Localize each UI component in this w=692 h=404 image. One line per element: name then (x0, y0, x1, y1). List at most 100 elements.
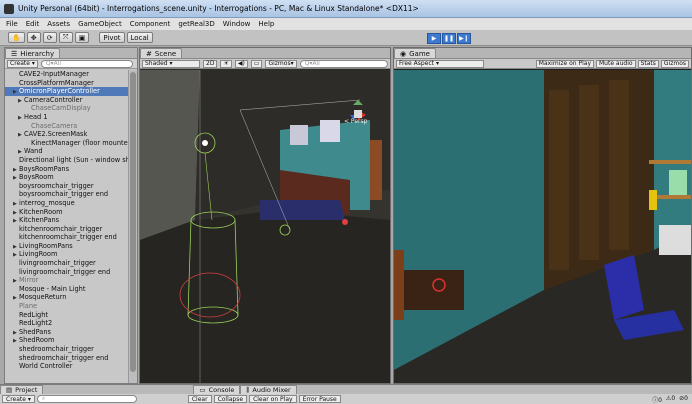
shading-label: Shaded (145, 60, 168, 67)
mute-audio-toggle[interactable]: Mute audio (596, 59, 636, 68)
rotate-icon: ⟳ (46, 33, 53, 42)
audio-toggle[interactable]: ◀) (234, 59, 248, 68)
project-create-button[interactable]: Create ▾ (2, 395, 35, 403)
hierarchy-item[interactable]: ▶ LivingRoomPans (5, 242, 129, 251)
maximize-on-play-toggle[interactable]: Maximize on Play (535, 59, 594, 68)
rect-icon: ▣ (78, 33, 86, 42)
menu-file[interactable]: File (6, 20, 18, 28)
hand-tool-button[interactable]: ✋ (8, 32, 25, 43)
game-viewport[interactable] (394, 70, 691, 383)
tab-project[interactable]: ▤ Project (0, 385, 44, 394)
tab-scene[interactable]: # Scene (140, 48, 183, 58)
hierarchy-item[interactable]: ▶ Head 1 (5, 113, 129, 122)
hierarchy-item[interactable]: ▶ interrog_mosque (5, 199, 129, 208)
hierarchy-item[interactable]: ▶ LivingRoom (5, 250, 129, 259)
hierarchy-item-label: ChaseCamera (31, 121, 78, 130)
hierarchy-scroll-thumb[interactable] (130, 72, 136, 372)
2d-toggle[interactable]: 2D (203, 59, 218, 68)
tab-console[interactable]: ▭ Console (193, 385, 241, 394)
tab-audio-mixer[interactable]: ⫼ Audio Mixer (240, 385, 297, 394)
hierarchy-item[interactable]: ▶ KitchenPans (5, 216, 129, 225)
scale-tool-button[interactable]: ⤧ (58, 32, 73, 43)
shading-mode-dropdown[interactable]: Shaded ▾ (142, 59, 200, 68)
hierarchy-item[interactable]: shedroomchair_trigger (5, 345, 129, 354)
hierarchy-item[interactable]: ▶ ShedRoom (5, 336, 129, 345)
hierarchy-item[interactable]: ▶ Mirror (5, 276, 129, 285)
menu-edit[interactable]: Edit (26, 20, 40, 28)
hierarchy-item-label: OmicronPlayerController (19, 87, 100, 96)
hierarchy-item[interactable]: ▶ CAVE2.ScreenMask (5, 130, 129, 139)
effects-dropdown[interactable]: ▭ (250, 59, 263, 68)
hierarchy-item[interactable]: Plane (5, 302, 129, 311)
stats-toggle[interactable]: Stats (637, 59, 659, 68)
hierarchy-scrollbar[interactable] (128, 70, 137, 383)
hierarchy-item[interactable]: kitchenroomchair_trigger end (5, 233, 129, 242)
hierarchy-item[interactable]: shedroomchair_trigger end (5, 354, 129, 363)
hierarchy-item[interactable]: ▶ BoysRoomPans (5, 165, 129, 174)
scene-gizmos-dropdown[interactable]: Gizmos ▾ (265, 59, 297, 68)
hierarchy-item[interactable]: ▶ ShedPans (5, 328, 129, 337)
hierarchy-item[interactable]: ▶ OmicronPlayerController (5, 87, 129, 96)
hierarchy-item[interactable]: ▶ KitchenRoom (5, 208, 129, 217)
menu-component[interactable]: Component (130, 20, 171, 28)
lighting-toggle[interactable]: ☀ (220, 59, 232, 68)
local-toggle[interactable]: Local (126, 32, 153, 43)
hierarchy-item[interactable]: boysroomchair_trigger (5, 182, 129, 191)
console-collapse-button[interactable]: Collapse (213, 395, 248, 403)
hierarchy-item[interactable]: ▶ MosqueReturn (5, 293, 129, 302)
game-gizmos-toggle[interactable]: Gizmos (660, 59, 689, 68)
menu-gameobject[interactable]: GameObject (78, 20, 122, 28)
move-icon: ✥ (30, 33, 37, 42)
perspective-label[interactable]: < Persp (344, 118, 367, 125)
menu-getreal3d[interactable]: getReal3D (178, 20, 214, 28)
hierarchy-item-label: KinectManager (floor mounted) (31, 138, 129, 147)
project-tab-label: Project (15, 386, 38, 394)
speaker-icon: ◀) (237, 60, 245, 67)
menu-assets[interactable]: Assets (47, 20, 70, 28)
console-error-pause-button[interactable]: Error Pause (298, 395, 341, 403)
hierarchy-item[interactable]: World Controller (5, 362, 129, 371)
console-icon: ▭ (199, 386, 206, 394)
hierarchy-item[interactable]: ChaseCamera (5, 122, 129, 131)
pause-button[interactable]: ❚❚ (442, 33, 456, 44)
hierarchy-item[interactable]: ChaseCamDisplay (5, 104, 129, 113)
hierarchy-item[interactable]: CAVE2-InputManager (5, 70, 129, 79)
hierarchy-item[interactable]: CrossPlatformManager (5, 79, 129, 88)
hierarchy-item[interactable]: ▶ Wand (5, 147, 129, 156)
hierarchy-item[interactable]: RedLight2 (5, 319, 129, 328)
aspect-dropdown[interactable]: Free Aspect ▾ (396, 59, 484, 68)
hierarchy-item-label: RedLight2 (19, 319, 53, 328)
tab-hierarchy[interactable]: ☰ Hierarchy (5, 48, 61, 58)
hierarchy-list: CAVE2-InputManager CrossPlatformManager ▶ O… (5, 70, 129, 383)
hierarchy-item[interactable]: KinectManager (floor mounted) (5, 139, 129, 148)
hierarchy-item[interactable]: Directional light (Sun - window shad (5, 156, 129, 165)
hierarchy-create-button[interactable]: Create ▾ (7, 59, 38, 68)
rect-tool-button[interactable]: ▣ (74, 32, 90, 43)
hierarchy-item[interactable]: kitchenroomchair_trigger (5, 225, 129, 234)
hierarchy-item[interactable]: livingroomchair_trigger end (5, 268, 129, 277)
hierarchy-item[interactable]: livingroomchair_trigger (5, 259, 129, 268)
console-clear-button[interactable]: Clear (187, 395, 212, 403)
tab-game[interactable]: ◉ Game (394, 48, 436, 58)
menu-window[interactable]: Window (223, 20, 251, 28)
project-search-input[interactable]: ⌕ (36, 395, 137, 403)
rotate-tool-button[interactable]: ⟳ (42, 32, 57, 43)
hierarchy-item[interactable]: boysroomchair_trigger end (5, 190, 129, 199)
game-render (394, 70, 691, 383)
move-tool-button[interactable]: ✥ (26, 32, 41, 43)
hierarchy-item[interactable]: ▶ CameraController (5, 96, 129, 105)
scene-search-input[interactable]: Q▾All (299, 59, 388, 68)
hierarchy-item-label: CAVE2-InputManager (19, 70, 89, 78)
hierarchy-item[interactable]: Mosque - Main Light (5, 285, 129, 294)
hierarchy-item-label: boysroomchair_trigger end (19, 190, 109, 199)
hierarchy-search-input[interactable]: Q▾All (40, 59, 133, 68)
scene-viewport[interactable]: < Persp (140, 70, 390, 383)
hierarchy-item[interactable]: ▶ BoysRoom (5, 173, 129, 182)
play-button[interactable]: ▶ (427, 33, 441, 44)
console-clear-on-play-button[interactable]: Clear on Play (249, 395, 297, 403)
menu-help[interactable]: Help (258, 20, 274, 28)
pivot-toggle[interactable]: Pivot (99, 32, 125, 43)
hierarchy-item[interactable]: RedLight (5, 311, 129, 320)
hierarchy-item-label: KitchenRoom (19, 207, 63, 216)
step-button[interactable]: ▶❙ (457, 33, 471, 44)
